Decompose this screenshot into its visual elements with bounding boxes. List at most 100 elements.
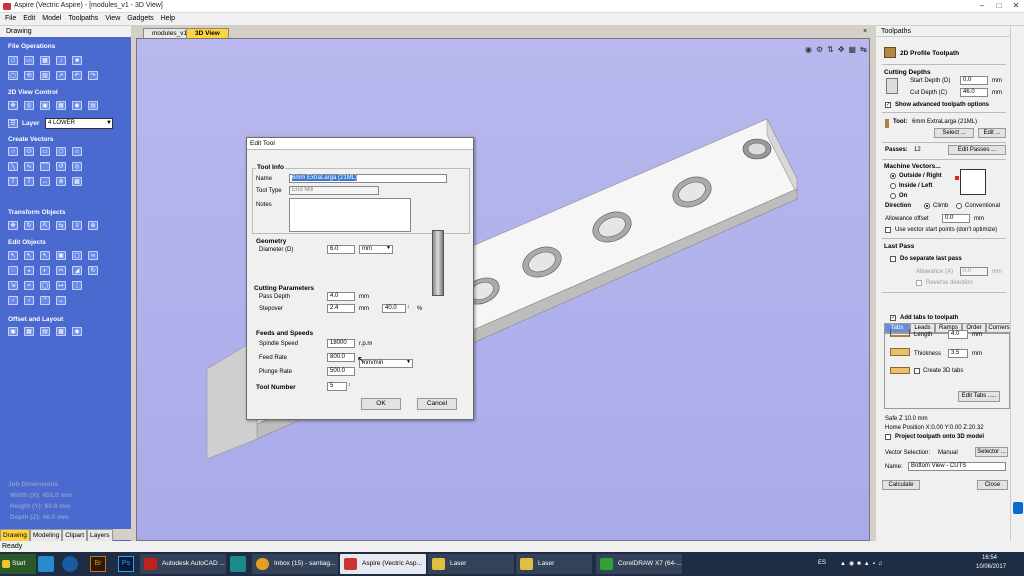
length-input[interactable]: 4.0 xyxy=(948,330,968,339)
array-icon[interactable]: ▤ xyxy=(40,327,50,336)
calculate-button[interactable]: Calculate xyxy=(882,480,920,490)
spindle-input[interactable]: 18000 xyxy=(327,339,355,348)
separate-last-pass-checkbox[interactable] xyxy=(890,256,896,262)
tab-3d-view[interactable]: 3D View xyxy=(186,28,229,38)
taskbar-autocad[interactable]: Autodesk AutoCAD ... xyxy=(140,554,226,574)
angle-up-icon[interactable]: ⌃ xyxy=(40,296,50,305)
reverse-direction-checkbox[interactable] xyxy=(916,280,922,286)
allowance-input[interactable]: 0.0 xyxy=(942,214,970,223)
text-on-curve-icon[interactable]: T xyxy=(24,177,34,186)
angle-down-icon[interactable]: ⌄ xyxy=(56,296,66,305)
pass-depth-input[interactable]: 4.0 xyxy=(327,292,355,301)
bridge-icon[interactable]: Br xyxy=(90,556,106,572)
spiral-alt-icon[interactable]: ◎ xyxy=(72,162,82,171)
spiral-icon[interactable]: ↺ xyxy=(56,162,66,171)
notes-textarea[interactable] xyxy=(289,198,411,232)
maximize-button[interactable]: □ xyxy=(993,1,1005,11)
nesting-icon[interactable]: ▦ xyxy=(24,327,34,336)
add-tabs-checkbox[interactable]: ✓ xyxy=(890,315,896,321)
rotate-icon[interactable]: ↻ xyxy=(24,221,34,230)
pan-icon[interactable]: ✥ xyxy=(8,101,18,110)
dogbone-icon[interactable]: ◯ xyxy=(40,281,50,290)
inside-left-radio[interactable] xyxy=(890,183,896,189)
import-component-icon[interactable]: ▧ xyxy=(40,71,50,80)
export-icon[interactable]: ↗ xyxy=(56,71,66,80)
save-icon[interactable]: ▩ xyxy=(40,56,50,65)
circular-copy-icon[interactable]: ◉ xyxy=(72,327,82,336)
menu-view[interactable]: View xyxy=(105,13,120,25)
select-icon[interactable]: ↖ xyxy=(8,251,18,260)
tool-name-input[interactable]: 6mm ExtraLarga (21ML) xyxy=(289,174,447,183)
weld-icon[interactable]: ◌ xyxy=(8,266,18,275)
text-icon[interactable]: T xyxy=(8,177,18,186)
media-icon[interactable] xyxy=(62,556,78,572)
dimension-icon[interactable]: ↔ xyxy=(40,177,50,186)
align-icon[interactable]: ≡ xyxy=(72,221,82,230)
join-icon[interactable]: ∞ xyxy=(88,251,98,260)
feed-rate-input[interactable]: 800.0 xyxy=(327,353,355,362)
ungroup-icon[interactable]: ▢ xyxy=(72,251,82,260)
selector-button[interactable]: Selector ... xyxy=(975,447,1008,457)
ok-button[interactable]: OK xyxy=(361,398,401,410)
layer-select[interactable]: 4 LOWER xyxy=(45,118,113,129)
cut-depth-input[interactable]: 46.0 xyxy=(960,88,988,97)
cancel-button[interactable]: Cancel xyxy=(417,398,457,410)
extend-icon[interactable]: ⇲ xyxy=(8,281,18,290)
rectangle-icon[interactable]: ▭ xyxy=(40,147,50,156)
app-icon[interactable] xyxy=(230,556,246,572)
fillet-icon[interactable]: ◢ xyxy=(72,266,82,275)
tool-number-input[interactable]: 5 xyxy=(327,382,347,391)
photoshop-icon[interactable]: Ps xyxy=(118,556,134,572)
move-icon[interactable]: ✥ xyxy=(8,221,18,230)
arc-icon[interactable]: ⌒ xyxy=(40,162,50,171)
allowance-a-input[interactable]: 0.0 xyxy=(960,267,988,276)
edit-tabs-button[interactable]: Edit Tabs ..... xyxy=(958,391,1000,402)
subtract-icon[interactable]: ◒ xyxy=(24,266,34,275)
offset-icon[interactable]: ▣ xyxy=(8,327,18,336)
angle-right-icon[interactable]: › xyxy=(24,296,34,305)
angle-left-icon[interactable]: ‹ xyxy=(8,296,18,305)
zoom-in-icon[interactable]: ◎ xyxy=(24,101,34,110)
trim-icon[interactable]: ✂ xyxy=(56,266,66,275)
menu-model[interactable]: Model xyxy=(42,13,61,25)
tray-icons[interactable]: ▲◉■▲▪♫ xyxy=(840,560,885,567)
chevron-down-icon[interactable]: ▼ xyxy=(106,120,112,126)
import-bitmap-icon[interactable]: ■ xyxy=(72,56,82,65)
taskbar-coreldraw[interactable]: CorelDRAW X7 (64-... xyxy=(596,554,682,574)
start-depth-input[interactable]: 0.0 xyxy=(960,76,988,85)
center-icon[interactable]: ⊕ xyxy=(88,221,98,230)
feed-unit-select[interactable]: mm/min xyxy=(359,359,413,368)
zoom-out-icon[interactable]: ◉ xyxy=(72,101,82,110)
open-file-icon[interactable]: ▭ xyxy=(24,56,34,65)
menu-gadgets[interactable]: Gadgets xyxy=(127,13,153,25)
circle-icon[interactable]: ○ xyxy=(8,147,18,156)
scale-icon[interactable]: ⇱ xyxy=(40,221,50,230)
project-3d-checkbox[interactable] xyxy=(885,434,891,440)
import-icon[interactable]: ↓ xyxy=(56,56,66,65)
outside-right-radio[interactable] xyxy=(890,173,896,179)
create-3d-tabs-checkbox[interactable] xyxy=(914,368,920,374)
tool-type-select[interactable]: End Mill xyxy=(289,186,379,195)
app-side-icon[interactable] xyxy=(1013,502,1023,514)
taskbar-laser-1[interactable]: Laser xyxy=(428,554,514,574)
start-button[interactable]: Start xyxy=(0,554,36,574)
on-radio[interactable] xyxy=(890,193,896,199)
stepper-icon[interactable]: ↕ xyxy=(407,304,410,310)
measure-icon[interactable]: ↦ xyxy=(56,281,66,290)
group-icon[interactable]: ▣ xyxy=(56,251,66,260)
node-edit-icon[interactable]: ⊛ xyxy=(56,177,66,186)
stepover-percent-input[interactable]: 40.0 xyxy=(382,304,406,313)
polyline-icon[interactable]: ╲ xyxy=(8,162,18,171)
stepper-icon[interactable]: ↕ xyxy=(348,382,351,388)
edit-passes-button[interactable]: Edit Passes ... xyxy=(948,145,1006,155)
select-tool-button[interactable]: Select ... xyxy=(934,128,974,138)
ellipse-icon[interactable]: ⬭ xyxy=(24,147,34,156)
chevron-down-icon[interactable]: ▼ xyxy=(406,359,411,365)
transform-icon[interactable]: ↖ xyxy=(40,251,50,260)
thickness-input[interactable]: 3.5 xyxy=(948,349,968,358)
close-vector-icon[interactable]: ↻ xyxy=(88,266,98,275)
job-setup-icon[interactable]: ▢ xyxy=(8,71,18,80)
smooth-icon[interactable]: ≈ xyxy=(24,281,34,290)
redo-icon[interactable]: ↷ xyxy=(88,71,98,80)
menu-help[interactable]: Help xyxy=(161,13,175,25)
